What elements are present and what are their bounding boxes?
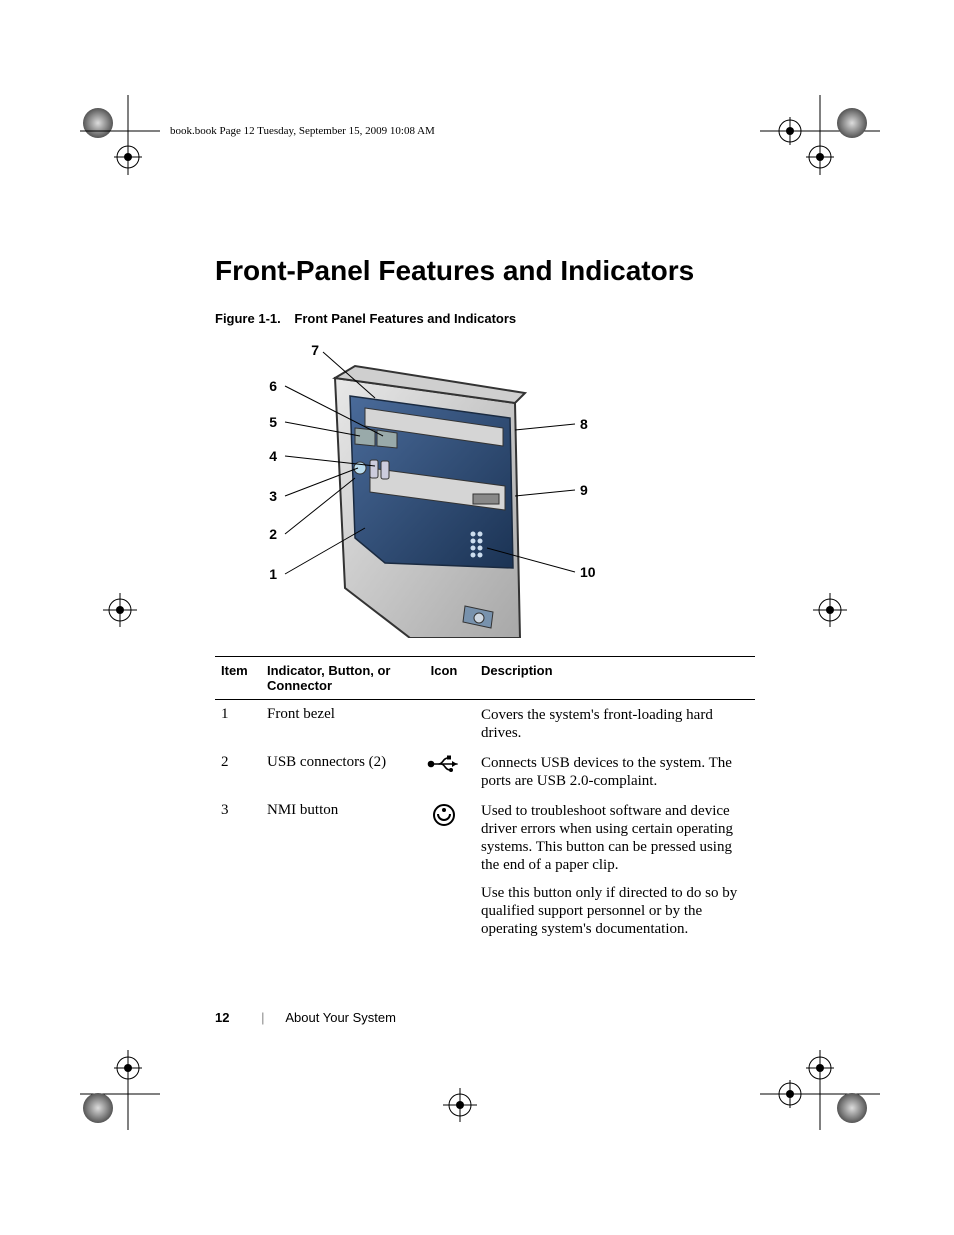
table-row: 1 Front bezel Covers the system's front-… <box>215 700 755 749</box>
page-footer: 12 | About Your System <box>215 1010 396 1025</box>
reg-mark-mid-right <box>810 590 850 630</box>
nmi-icon <box>415 796 481 944</box>
figure-title: Front Panel Features and Indicators <box>294 311 516 326</box>
desc-para: Use this button only if directed to do s… <box>481 884 747 938</box>
content-area: Front-Panel Features and Indicators Figu… <box>215 255 755 944</box>
callout-7: 7 <box>299 342 319 358</box>
figure-caption: Figure 1-1. Front Panel Features and Ind… <box>215 311 755 326</box>
cell-item: 3 <box>215 796 267 944</box>
reg-mark-bottom-right <box>760 1050 880 1130</box>
footer-separator: | <box>261 1010 264 1025</box>
th-description: Description <box>481 657 755 700</box>
th-indicator: Indicator, Button, or Connector <box>267 657 415 700</box>
table-header-row: Item Indicator, Button, or Connector Ico… <box>215 657 755 700</box>
cell-item: 1 <box>215 700 267 749</box>
desc-para: Used to troubleshoot software and device… <box>481 802 747 874</box>
reg-mark-top-left <box>80 95 160 175</box>
figure-illustration: 7 6 5 4 3 2 1 8 9 10 <box>215 338 755 638</box>
cell-indicator: USB connectors (2) <box>267 748 415 796</box>
table-row: 3 NMI button Used to troubleshoot softwa… <box>215 796 755 944</box>
callout-1: 1 <box>257 566 277 582</box>
page: book.book Page 12 Tuesday, September 15,… <box>0 0 954 1235</box>
cell-indicator: NMI button <box>267 796 415 944</box>
figure-number: Figure 1-1. <box>215 311 281 326</box>
table-row: 2 USB connectors (2) <box>215 748 755 796</box>
callout-4: 4 <box>257 448 277 464</box>
reg-mark-top-right <box>760 95 880 175</box>
usb-icon <box>415 748 481 796</box>
callout-8: 8 <box>580 416 600 432</box>
reg-mark-mid-left <box>100 590 140 630</box>
reg-mark-bottom-left <box>80 1050 160 1130</box>
cell-description: Connects USB devices to the system. The … <box>481 748 755 796</box>
cell-indicator: Front bezel <box>267 700 415 749</box>
desc-para: Connects USB devices to the system. The … <box>481 754 747 790</box>
callout-2: 2 <box>257 526 277 542</box>
reg-mark-bottom-center <box>440 1085 480 1125</box>
desc-para: Covers the system's front-loading hard d… <box>481 706 747 742</box>
features-table: Item Indicator, Button, or Connector Ico… <box>215 656 755 944</box>
callout-10: 10 <box>580 564 600 580</box>
cell-item: 2 <box>215 748 267 796</box>
callout-6: 6 <box>257 378 277 394</box>
cell-icon-none <box>415 700 481 749</box>
th-icon: Icon <box>415 657 481 700</box>
callout-3: 3 <box>257 488 277 504</box>
th-item: Item <box>215 657 267 700</box>
device-drawing <box>215 338 755 638</box>
callout-5: 5 <box>257 414 277 430</box>
page-number: 12 <box>215 1010 229 1025</box>
section-title: Front-Panel Features and Indicators <box>215 255 755 287</box>
callout-9: 9 <box>580 482 600 498</box>
footer-section: About Your System <box>285 1010 396 1025</box>
cell-description: Covers the system's front-loading hard d… <box>481 700 755 749</box>
print-header-slug: book.book Page 12 Tuesday, September 15,… <box>170 125 435 137</box>
cell-description: Used to troubleshoot software and device… <box>481 796 755 944</box>
